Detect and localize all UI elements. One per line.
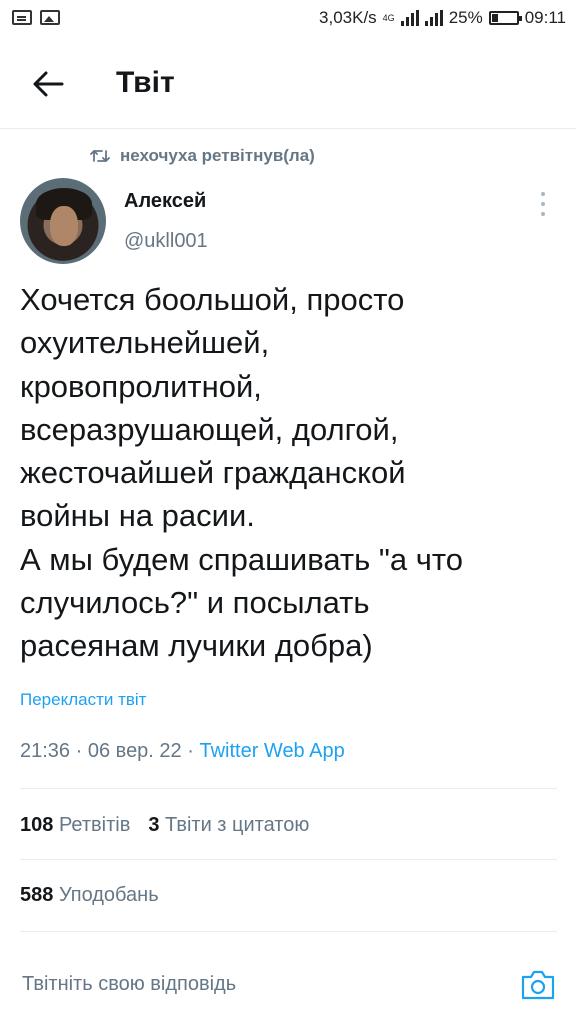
clock: 09:11 <box>524 8 566 27</box>
retweet-context[interactable]: нехочуха ретвітнув(ла) <box>90 146 315 166</box>
page-title: Твіт <box>116 66 175 99</box>
tweet-date: 06 вер. 22 <box>87 740 182 762</box>
translate-tweet-link[interactable]: Перекласти твіт <box>20 690 146 710</box>
retweets-count: 108 <box>20 814 54 836</box>
likes-label: Уподобань <box>58 884 159 906</box>
author-name[interactable]: Алексей <box>124 190 206 213</box>
network-speed: 3,03K/s <box>319 8 377 27</box>
status-bar-notifications <box>12 10 60 25</box>
divider <box>20 859 557 860</box>
divider <box>20 788 557 789</box>
tweet-text: Хочется боольшой, просто охуительнейшей,… <box>20 282 463 664</box>
battery-percent: 25% <box>448 8 483 27</box>
tweet-source-link[interactable]: Twitter Web App <box>199 740 344 762</box>
signal-icon <box>400 10 419 26</box>
app-header: Твіт <box>0 40 576 129</box>
author-handle[interactable]: @ukll001 <box>124 230 208 253</box>
status-bar: 3,03K/s 4G 25% 09:11 <box>0 0 576 40</box>
image-notification-icon <box>40 10 60 25</box>
divider <box>20 931 557 932</box>
retweet-label: нехочуха ретвітнув(ла) <box>120 146 315 165</box>
quotes-stat[interactable]: 3 Твіти з цитатою <box>148 814 309 837</box>
meta-separator: · <box>75 740 83 762</box>
back-arrow-icon[interactable] <box>30 66 66 102</box>
battery-icon <box>488 11 522 25</box>
retweet-stats-row: 108 Ретвітів 3 Твіти з цитатою <box>20 814 309 837</box>
likes-count: 588 <box>20 884 54 906</box>
quotes-label: Твіти з цитатою <box>165 814 310 836</box>
reply-bar: Твітніть свою відповідь <box>0 945 576 1024</box>
status-bar-indicators: 3,03K/s 4G 25% 09:11 <box>319 8 566 28</box>
retweets-label: Ретвітів <box>58 814 131 836</box>
reply-input[interactable]: Твітніть свою відповідь <box>22 973 236 996</box>
retweets-stat[interactable]: 108 Ретвітів <box>20 814 130 837</box>
likes-stats-row: 588 Уподобань <box>20 884 159 907</box>
signal-icon-2 <box>424 10 443 26</box>
network-type: 4G <box>382 13 395 23</box>
avatar[interactable] <box>20 178 106 264</box>
meta-separator: · <box>187 740 194 762</box>
likes-stat[interactable]: 588 Уподобань <box>20 884 159 907</box>
more-icon[interactable] <box>538 192 548 216</box>
camera-icon[interactable] <box>520 969 556 1001</box>
quotes-count: 3 <box>148 814 160 836</box>
tweet-meta: 21:36 · 06 вер. 22 · Twitter Web App <box>20 740 345 763</box>
retweet-icon <box>90 150 110 162</box>
message-notification-icon <box>12 10 32 25</box>
tweet-time: 21:36 <box>20 740 71 762</box>
